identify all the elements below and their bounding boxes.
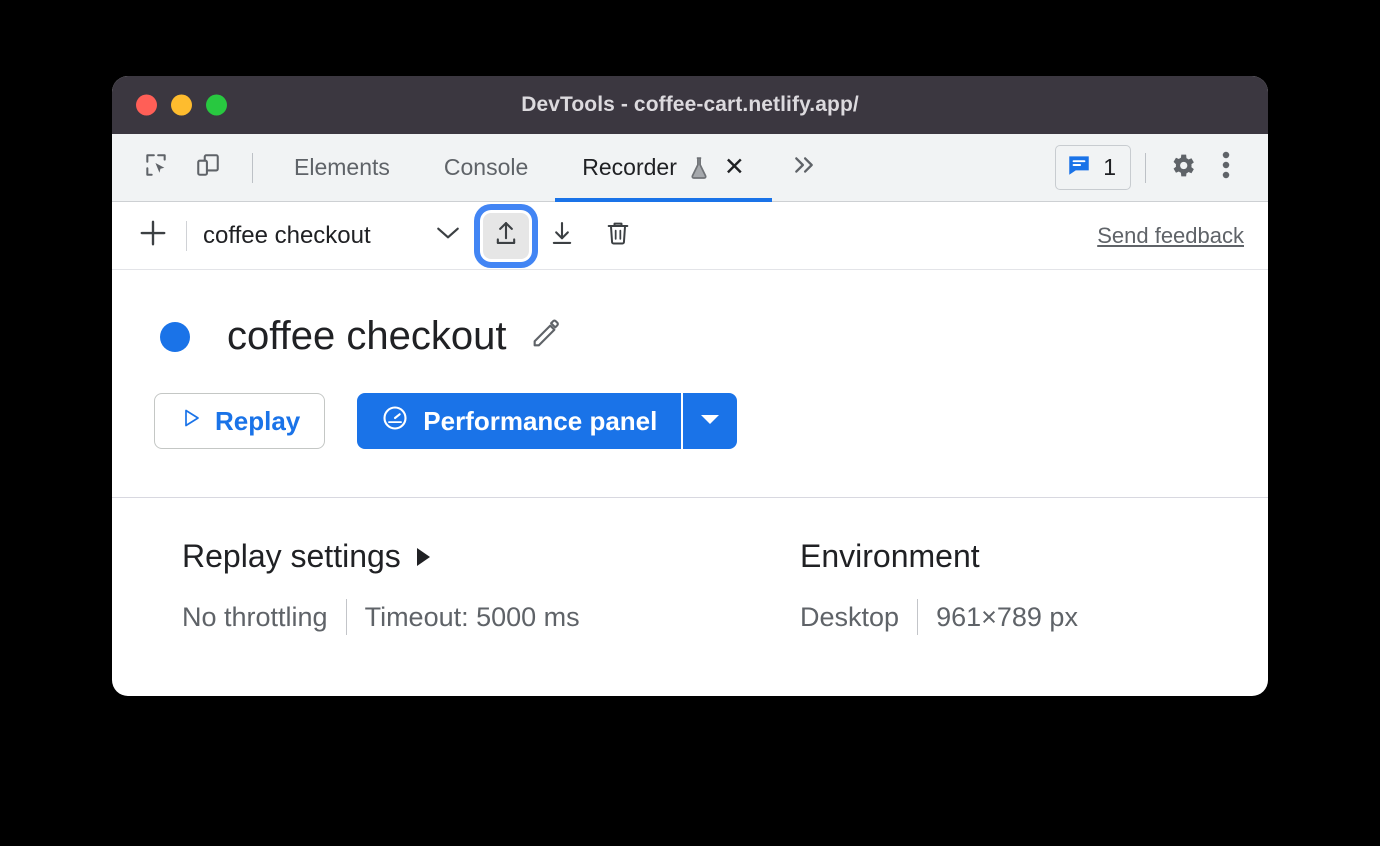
issues-button[interactable]: 1 [1055,145,1131,190]
replay-settings-heading: Replay settings [182,538,401,574]
viewport-size-value: 961×789 px [936,601,1078,632]
export-recording-button[interactable] [482,212,529,259]
tab-recorder-label: Recorder [582,154,677,180]
device-toolbar-button[interactable] [186,146,230,190]
devtools-window: DevTools - coffee-cart.netlify.app/ Elem… [112,76,1268,696]
environment-values: Desktop 961×789 px [800,599,1078,635]
recording-selector-dropdown[interactable] [435,224,461,247]
gauge-icon [381,404,409,439]
tab-elements-label: Elements [294,154,390,180]
import-download-icon [548,219,576,252]
replay-settings-values: No throttling Timeout: 5000 ms [182,599,800,635]
tabbar-right-tools: 1 [1055,145,1268,190]
performance-panel-button-group: Performance panel [357,393,738,449]
send-feedback-link[interactable]: Send feedback [1097,223,1244,249]
maximize-window-button[interactable] [206,94,227,116]
tab-console[interactable]: Console [417,134,555,201]
replay-values-divider [345,599,347,635]
recording-header: coffee checkout [112,270,1268,359]
replay-button-label: Replay [215,405,301,436]
replay-settings-toggle[interactable]: Replay settings [182,538,800,575]
devtools-more-options-button[interactable] [1204,146,1248,190]
chevron-double-right-icon [790,154,818,181]
recorder-toolbar-actions [482,212,641,259]
delete-recording-button[interactable] [595,213,641,259]
tab-console-label: Console [443,154,529,180]
import-recording-button[interactable] [539,213,585,259]
performance-panel-button[interactable]: Performance panel [357,393,682,449]
screenshot-root: DevTools - coffee-cart.netlify.app/ Elem… [0,0,1380,846]
close-recorder-tab-button[interactable]: ✕ [724,155,745,180]
triangle-right-icon [416,547,430,566]
performance-panel-dropdown-button[interactable] [683,393,738,449]
minimize-window-button[interactable] [171,94,192,116]
timeout-value: Timeout: 5000 ms [364,601,580,632]
tabbar-divider [252,152,253,183]
tabbar-left-tools [112,146,267,190]
plus-icon [138,218,168,253]
recording-actions: Replay Performance panel [112,359,1268,449]
recording-title: coffee checkout [227,314,507,358]
replay-settings-column: Replay settings No throttling Timeout: 5… [182,538,800,635]
recorder-panel-body: coffee checkout Replay Performance panel… [112,270,1268,635]
three-dots-vertical-icon [1221,150,1231,185]
tabbar-right-divider [1145,152,1146,183]
recording-status-dot [160,321,190,352]
environment-heading: Environment [800,538,980,574]
window-titlebar: DevTools - coffee-cart.netlify.app/ [112,76,1268,134]
tab-recorder[interactable]: Recorder ✕ [555,134,772,202]
devtools-tabbar: Elements Console Recorder ✕ 1 [112,134,1268,202]
replay-button[interactable]: Replay [154,393,326,449]
window-title: DevTools - coffee-cart.netlify.app/ [521,93,859,116]
issues-message-icon [1066,152,1092,183]
window-traffic-lights [136,94,227,116]
pencil-icon [529,317,563,356]
more-panels-button[interactable] [772,154,836,181]
throttling-value: No throttling [182,601,328,632]
inspect-element-icon [143,152,169,183]
inspect-element-button[interactable] [134,146,178,190]
issues-count: 1 [1103,154,1116,180]
chevron-down-icon [435,224,461,247]
panel-tabs: Elements Console Recorder ✕ [267,134,772,202]
create-recording-button[interactable] [132,215,174,257]
close-window-button[interactable] [136,94,157,116]
settings-summary-row: Replay settings No throttling Timeout: 5… [112,498,1268,635]
recording-selector-label[interactable]: coffee checkout [203,222,371,250]
trash-icon [604,219,632,252]
gear-icon [1168,151,1197,185]
recorder-toolbar: coffee checkout Send feedback [112,202,1268,270]
device-type-value: Desktop [800,601,900,632]
tab-elements[interactable]: Elements [267,134,417,201]
environment-heading-row: Environment [800,538,1078,575]
device-toolbar-icon [195,152,221,183]
environment-column: Environment Desktop 961×789 px [800,538,1078,635]
export-upload-icon [492,219,520,252]
environment-values-divider [917,599,919,635]
performance-panel-label: Performance panel [423,405,658,436]
devtools-settings-button[interactable] [1160,146,1204,190]
play-triangle-icon [179,406,203,437]
experimental-flask-icon [688,156,710,180]
toolbar-divider [186,220,187,251]
caret-down-icon [698,411,722,432]
edit-recording-title-button[interactable] [529,317,563,356]
